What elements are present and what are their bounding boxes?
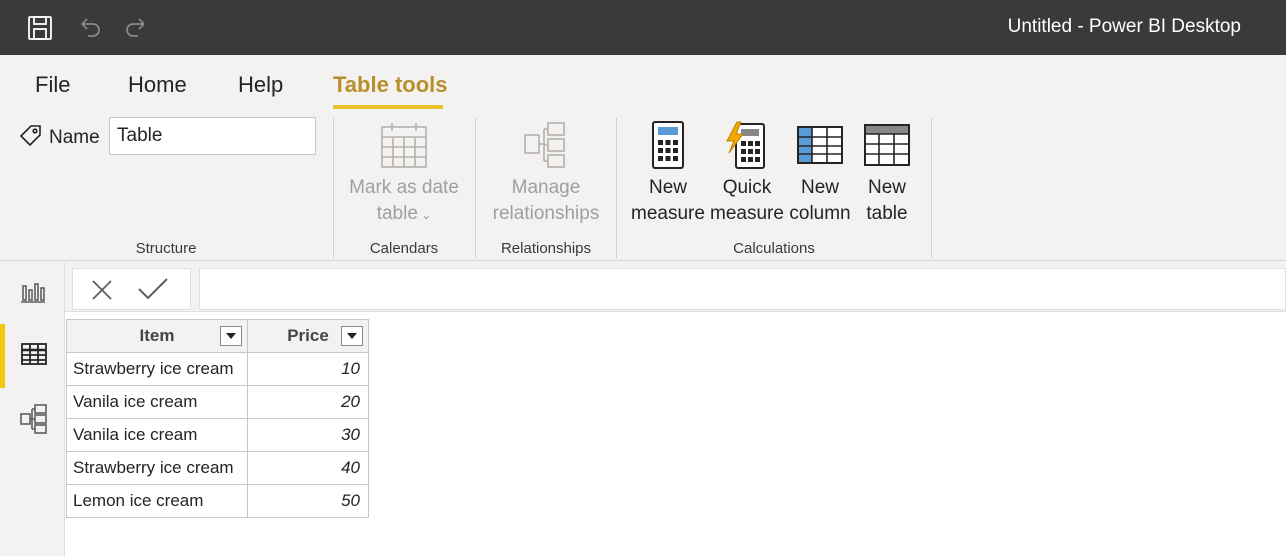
model-view-icon xyxy=(20,404,47,434)
price-cell[interactable]: 20 xyxy=(247,385,369,419)
group-divider xyxy=(616,118,617,258)
calculations-group-label: Calculations xyxy=(733,240,815,257)
report-view-icon xyxy=(21,283,45,303)
new-table-button[interactable]: New table xyxy=(856,121,918,227)
item-cell[interactable]: Vanila ice cream xyxy=(66,418,248,452)
data-table: Item Price Strawberry ice cream 10 Vanil… xyxy=(66,319,369,518)
tag-icon xyxy=(18,123,44,154)
window-title: Untitled - Power BI Desktop xyxy=(1007,16,1241,37)
new-column-icon xyxy=(797,126,843,164)
manage-relationships-line2: relationships xyxy=(492,203,600,224)
cancel-icon[interactable] xyxy=(91,279,113,306)
data-view-canvas: Item Price Strawberry ice cream 10 Vanil… xyxy=(65,262,1286,556)
formula-input[interactable] xyxy=(199,268,1286,310)
column-header-label: Price xyxy=(287,326,329,345)
quick-measure-line2: measure xyxy=(710,203,784,224)
table-row: Strawberry ice cream 10 xyxy=(66,352,369,386)
save-icon[interactable] xyxy=(26,14,54,42)
formula-actions xyxy=(72,268,191,310)
table-row: Lemon ice cream 50 xyxy=(66,484,369,518)
filter-dropdown-icon[interactable] xyxy=(341,326,363,346)
new-column-button[interactable]: New column xyxy=(786,121,854,227)
nav-report-view[interactable] xyxy=(0,262,65,322)
tab-home[interactable]: Home xyxy=(128,72,187,98)
filter-dropdown-icon[interactable] xyxy=(220,326,242,346)
new-column-line2: column xyxy=(789,203,851,224)
new-table-line1: New xyxy=(867,177,906,198)
calendars-group-label: Calendars xyxy=(369,240,439,257)
mark-as-date-table-button[interactable]: Mark as date table ⌄ xyxy=(342,121,466,228)
table-row: Vanila ice cream 20 xyxy=(66,385,369,419)
relationships-group-label: Relationships xyxy=(500,240,592,257)
column-header-item[interactable]: Item xyxy=(66,319,248,353)
new-measure-line2: measure xyxy=(631,203,705,224)
price-cell[interactable]: 30 xyxy=(247,418,369,452)
item-cell[interactable]: Vanila ice cream xyxy=(66,385,248,419)
mark-as-date-line1: Mark as date xyxy=(349,177,459,198)
table-row: Vanila ice cream 30 xyxy=(66,418,369,452)
item-cell[interactable]: Strawberry ice cream xyxy=(66,451,248,485)
tab-table-tools[interactable]: Table tools xyxy=(333,72,448,98)
ribbon: File Home Help Table tools Name Structur… xyxy=(0,55,1286,261)
new-column-line1: New xyxy=(800,177,839,198)
nav-model-view[interactable] xyxy=(0,388,65,448)
active-tab-indicator xyxy=(333,105,443,109)
new-table-line2: table xyxy=(866,203,908,224)
new-table-icon xyxy=(864,124,910,166)
column-header-price[interactable]: Price xyxy=(247,319,369,353)
nav-data-view[interactable] xyxy=(0,324,65,384)
relationships-icon xyxy=(524,122,565,168)
manage-relationships-line1: Manage xyxy=(511,177,581,198)
new-measure-line1: New xyxy=(648,177,687,198)
name-label: Name xyxy=(49,127,100,148)
structure-group-label: Structure xyxy=(135,240,197,257)
tab-help[interactable]: Help xyxy=(238,72,283,98)
group-divider xyxy=(931,118,932,258)
tab-file[interactable]: File xyxy=(35,72,70,98)
title-bar: Untitled - Power BI Desktop xyxy=(0,0,1286,55)
calculator-icon xyxy=(652,121,684,169)
table-row: Strawberry ice cream 40 xyxy=(66,451,369,485)
item-cell[interactable]: Strawberry ice cream xyxy=(66,352,248,386)
price-cell[interactable]: 40 xyxy=(247,451,369,485)
mark-as-date-line2: table ⌄ xyxy=(376,203,432,224)
price-cell[interactable]: 50 xyxy=(247,484,369,518)
view-nav xyxy=(0,262,65,556)
calendar-icon xyxy=(381,123,427,168)
quick-measure-button[interactable]: Quick measure xyxy=(708,121,786,227)
quick-measure-icon xyxy=(726,121,765,169)
data-view-icon xyxy=(21,343,47,365)
quick-measure-line1: Quick xyxy=(722,177,772,198)
table-name-input[interactable] xyxy=(109,117,316,155)
new-measure-button[interactable]: New measure xyxy=(628,121,708,227)
group-divider xyxy=(475,118,476,258)
column-header-label: Item xyxy=(139,326,175,345)
formula-bar xyxy=(65,262,1286,312)
undo-icon[interactable] xyxy=(76,14,104,42)
price-cell[interactable]: 10 xyxy=(247,352,369,386)
commit-check-icon[interactable] xyxy=(137,277,169,306)
manage-relationships-button[interactable]: Manage relationships xyxy=(484,121,608,227)
chevron-down-icon: ⌄ xyxy=(417,208,432,222)
group-divider xyxy=(333,118,334,258)
redo-icon[interactable] xyxy=(122,14,150,42)
item-cell[interactable]: Lemon ice cream xyxy=(66,484,248,518)
